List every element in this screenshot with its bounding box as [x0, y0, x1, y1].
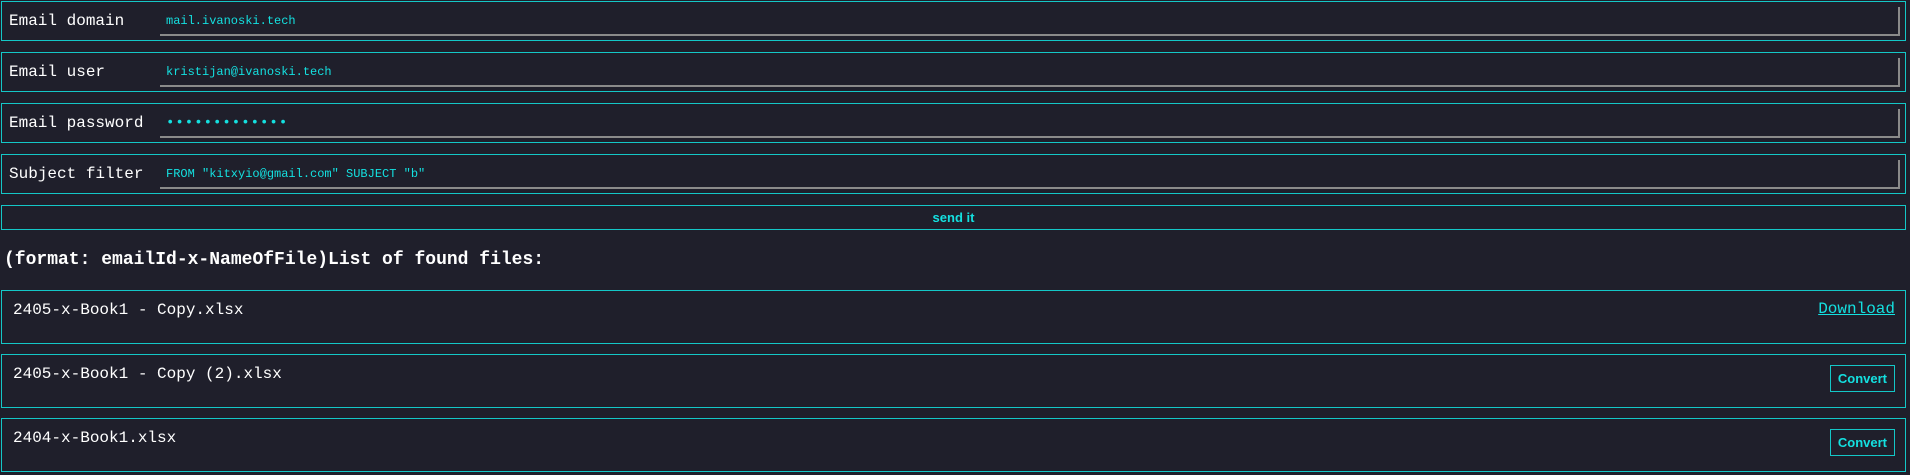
file-name: 2405-x-Book1 - Copy (2).xlsx [13, 365, 282, 383]
file-name: 2405-x-Book1 - Copy.xlsx [13, 301, 244, 319]
file-name: 2404-x-Book1.xlsx [13, 429, 177, 447]
subject-filter-label: Subject filter [9, 165, 144, 183]
email-user-input[interactable] [160, 58, 1900, 87]
convert-button[interactable]: Convert [1829, 365, 1895, 392]
email-domain-row: Email domain [1, 1, 1906, 41]
email-password-label: Email password [9, 114, 144, 132]
send-button[interactable]: send it [1, 205, 1906, 230]
subject-filter-row: Subject filter [1, 154, 1906, 194]
email-password-input[interactable] [160, 109, 1900, 138]
email-password-row: Email password [1, 103, 1906, 143]
email-domain-label: Email domain [9, 12, 125, 30]
email-domain-input[interactable] [160, 7, 1900, 36]
subject-filter-input[interactable] [160, 160, 1900, 189]
file-row: 2404-x-Book1.xlsx Convert [1, 418, 1906, 472]
email-user-row: Email user [1, 52, 1906, 92]
convert-button[interactable]: Convert [1829, 429, 1895, 456]
file-row: 2405-x-Book1 - Copy (2).xlsx Convert [1, 354, 1906, 408]
file-row: 2405-x-Book1 - Copy.xlsx Download [1, 290, 1906, 344]
files-list-heading: (format: emailId-x-NameOfFile)List of fo… [4, 250, 545, 270]
email-user-label: Email user [9, 63, 106, 81]
download-link[interactable]: Download [1818, 300, 1895, 318]
